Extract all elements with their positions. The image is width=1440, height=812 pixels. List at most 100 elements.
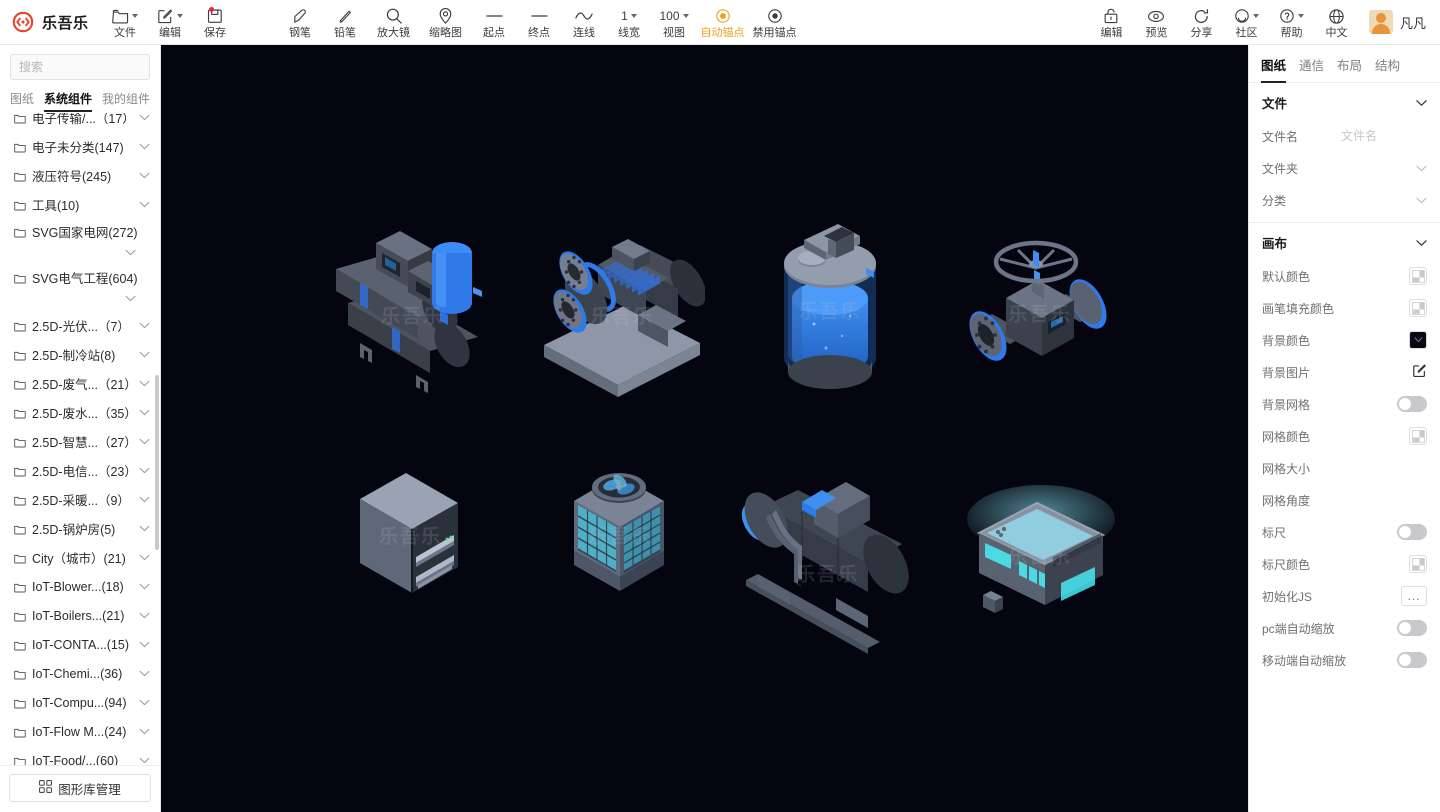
library-tab-drawings[interactable]: 图纸 (10, 90, 34, 107)
right-edit-button[interactable]: 编辑 (1089, 0, 1134, 44)
chevron-down-icon[interactable] (138, 728, 150, 735)
toggle-switch[interactable] (1397, 620, 1427, 636)
tool-magnifier[interactable]: 放大镜 (368, 0, 420, 44)
brand[interactable]: 乐吾乐 (0, 0, 103, 44)
toggle-switch[interactable] (1397, 652, 1427, 668)
tool-pencil[interactable]: 铅笔 (323, 0, 368, 44)
chevron-down-icon[interactable] (138, 409, 150, 416)
shape-centrifugal-pump[interactable]: 乐吾乐 (540, 225, 706, 405)
tool-auto-anchor[interactable]: 自动锚点 (697, 0, 749, 44)
file-name-input[interactable] (1341, 129, 1427, 143)
chevron-down-icon[interactable] (138, 467, 150, 474)
tree-item[interactable]: IoT-Boilers...(21) (0, 601, 160, 630)
chevron-down-icon[interactable] (138, 172, 150, 179)
drawing-canvas[interactable]: 乐吾乐乐吾乐乐吾乐乐吾乐乐吾乐乐吾乐乐吾乐乐吾乐 (161, 45, 1248, 812)
shape-glass-building[interactable]: 乐吾乐 (965, 485, 1115, 625)
init-js-button[interactable]: ... (1401, 586, 1427, 606)
tool-view-zoom[interactable]: 100 视图 (652, 0, 697, 44)
library-tab-my-components[interactable]: 我的组件 (102, 90, 150, 107)
background-color-swatch[interactable] (1409, 331, 1427, 349)
shape-server-cabinet[interactable]: 乐吾乐 (358, 465, 463, 605)
tree-item[interactable]: IoT-CONTA...(15) (0, 630, 160, 659)
shape-water-storage-tank[interactable]: 乐吾乐 (780, 220, 880, 400)
right-share-button[interactable]: 分享 (1179, 0, 1224, 44)
chevron-down-icon[interactable] (138, 114, 150, 121)
toolbar-save-button[interactable]: 保存 (193, 0, 238, 44)
chevron-down-icon[interactable] (138, 757, 150, 764)
background-image-edit-icon[interactable] (1412, 363, 1427, 381)
shape-cooling-tower[interactable]: 乐吾乐 (570, 465, 670, 605)
tab-drawing[interactable]: 图纸 (1261, 55, 1287, 83)
right-preview-button[interactable]: 预览 (1134, 0, 1179, 44)
chevron-down-icon[interactable] (138, 612, 150, 619)
tab-structure[interactable]: 结构 (1375, 55, 1400, 82)
library-manage-button[interactable]: 图形库管理 (9, 774, 151, 802)
toggle-switch[interactable] (1397, 396, 1427, 412)
tab-communication[interactable]: 通信 (1299, 55, 1324, 82)
right-language-button[interactable]: 中文 (1314, 0, 1359, 44)
tree-item[interactable]: 2.5D-废气...（21） (0, 369, 160, 398)
shape-horizontal-vessel[interactable]: 乐吾乐 (740, 480, 915, 665)
tree-item[interactable]: IoT-Flow M...(24) (0, 717, 160, 746)
toolbar-file-button[interactable]: 文件 (103, 0, 148, 44)
tree-item[interactable]: 2.5D-制冷站(8) (0, 340, 160, 369)
tree-item[interactable]: 2.5D-智慧...（27） (0, 427, 160, 456)
chevron-down-icon[interactable] (138, 496, 150, 503)
chevron-down-icon[interactable] (138, 351, 150, 358)
chevron-down-icon[interactable] (138, 380, 150, 387)
tool-line-width[interactable]: 1 线宽 (607, 0, 652, 44)
chevron-down-icon[interactable] (14, 249, 150, 256)
tool-connector[interactable]: 连线 (562, 0, 607, 44)
chevron-down-icon[interactable] (138, 322, 150, 329)
chevron-down-icon[interactable] (1416, 161, 1427, 175)
tree-item[interactable]: IoT-Food/...(60) (0, 746, 160, 765)
canvas-section-header[interactable]: 画布 (1249, 223, 1440, 260)
chevron-down-icon[interactable] (14, 295, 150, 302)
tree-item[interactable]: IoT-Blower...(18) (0, 572, 160, 601)
color-swatch-button[interactable] (1409, 427, 1427, 445)
toolbar-edit-button[interactable]: 编辑 (148, 0, 193, 44)
chevron-down-icon[interactable] (1416, 193, 1427, 207)
chevron-down-icon[interactable] (138, 670, 150, 677)
right-help-button[interactable]: 帮助 (1269, 0, 1314, 44)
tree-item[interactable]: 2.5D-采暖...（9） (0, 485, 160, 514)
right-community-button[interactable]: 社区 (1224, 0, 1269, 44)
tree-item[interactable]: 2.5D-废水...（35） (0, 398, 160, 427)
user-menu[interactable]: 凡凡 (1359, 0, 1440, 44)
tool-thumbnail[interactable]: 缩略图 (420, 0, 472, 44)
search-input[interactable] (10, 54, 150, 80)
chevron-down-icon[interactable] (138, 641, 150, 648)
component-tree[interactable]: 电子传输/...（17） 电子未分类(147) 液压符号(245) 工具(10) SVG… (0, 113, 160, 765)
tree-item[interactable]: 2.5D-电信...（23） (0, 456, 160, 485)
tree-item[interactable]: 电子传输/...（17） (0, 113, 160, 132)
tab-layout[interactable]: 布局 (1337, 55, 1362, 82)
tool-line-end[interactable]: 终点 (517, 0, 562, 44)
toggle-switch[interactable] (1397, 524, 1427, 540)
tree-item[interactable]: IoT-Chemi...(36) (0, 659, 160, 688)
chevron-down-icon[interactable] (138, 143, 150, 150)
chevron-down-icon[interactable] (138, 438, 150, 445)
tree-item[interactable]: SVG国家电网(272) (0, 219, 160, 265)
library-tab-system-components[interactable]: 系统组件 (44, 90, 93, 112)
tool-pen[interactable]: 钢笔 (278, 0, 323, 44)
color-swatch-button[interactable] (1409, 267, 1427, 285)
tree-item[interactable]: City（城市）(21) (0, 543, 160, 572)
tool-disable-anchor[interactable]: 禁用锚点 (749, 0, 801, 44)
color-swatch-button[interactable] (1409, 555, 1427, 573)
tree-item[interactable]: 工具(10) (0, 190, 160, 219)
shape-chiller-unit[interactable]: 乐吾乐 (330, 225, 495, 405)
tool-line-start[interactable]: 起点 (472, 0, 517, 44)
tree-item[interactable]: 电子未分类(147) (0, 132, 160, 161)
chevron-down-icon[interactable] (138, 583, 150, 590)
tree-item[interactable]: 液压符号(245) (0, 161, 160, 190)
shape-gate-valve[interactable]: 乐吾乐 (960, 228, 1120, 398)
tree-item[interactable]: 2.5D-锅炉房(5) (0, 514, 160, 543)
chevron-down-icon[interactable] (138, 201, 150, 208)
chevron-down-icon[interactable] (138, 554, 150, 561)
tree-item[interactable]: IoT-Compu...(94) (0, 688, 160, 717)
tree-scrollbar[interactable] (155, 375, 159, 550)
chevron-down-icon[interactable] (138, 699, 150, 706)
file-section-header[interactable]: 文件 (1249, 83, 1440, 120)
tree-item[interactable]: SVG电气工程(604) (0, 265, 160, 311)
chevron-down-icon[interactable] (138, 525, 150, 532)
